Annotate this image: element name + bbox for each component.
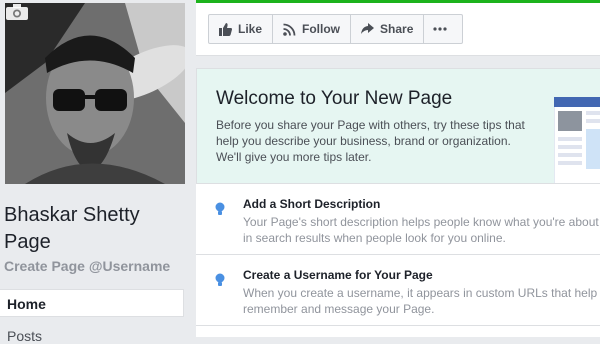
- lightbulb-icon: [215, 273, 225, 286]
- rss-icon: [283, 23, 296, 36]
- welcome-card: Welcome to Your New Page Before you shar…: [196, 68, 600, 184]
- like-button[interactable]: Like: [209, 15, 274, 43]
- tip-title: Create a Username for Your Page: [243, 268, 433, 282]
- lightbulb-icon: [215, 202, 225, 215]
- ellipsis-icon: [433, 27, 447, 31]
- tip-description: When you create a username, it appears i…: [243, 285, 600, 317]
- profile-photo-art: [5, 3, 185, 184]
- action-button-group: Like Follow Share: [208, 14, 464, 44]
- page-illustration-icon: [554, 97, 600, 183]
- tip-item[interactable]: Create a Username for Your Page When you…: [196, 255, 600, 326]
- page-action-bar: Like Follow Share: [196, 0, 600, 56]
- create-username-link[interactable]: Create Page @Username: [4, 258, 170, 274]
- nav-item-posts[interactable]: Posts: [7, 328, 42, 344]
- tip-description-line: Your Page's short description helps peop…: [243, 215, 599, 229]
- left-column: Bhaskar Shetty Page Create Page @Usernam…: [0, 0, 196, 344]
- tip-title: Add a Short Description: [243, 197, 381, 211]
- tips-list: Add a Short Description Your Page's shor…: [196, 184, 600, 337]
- share-label: Share: [380, 22, 414, 36]
- tip-item[interactable]: Add a Short Description Your Page's shor…: [196, 184, 600, 255]
- like-label: Like: [238, 22, 263, 36]
- accent-line: [196, 0, 600, 3]
- page-title: Bhaskar Shetty Page: [4, 204, 140, 253]
- share-arrow-icon: [361, 23, 375, 34]
- more-options-button[interactable]: [424, 15, 462, 43]
- tip-description-line: remember and message your Page.: [243, 302, 435, 316]
- camera-icon[interactable]: [5, 3, 29, 21]
- tip-description-line: When you create a username, it appears i…: [243, 286, 598, 300]
- tip-description-line: in search results when people look for y…: [243, 231, 506, 245]
- nav-item-home[interactable]: Home: [0, 289, 184, 317]
- welcome-title: Welcome to Your New Page: [216, 88, 453, 109]
- follow-button[interactable]: Follow: [273, 15, 352, 43]
- thumbs-up-icon: [219, 22, 232, 36]
- tip-description: Your Page's short description helps peop…: [243, 214, 600, 246]
- follow-label: Follow: [302, 22, 341, 36]
- welcome-body: Before you share your Page with others, …: [216, 118, 525, 164]
- share-button[interactable]: Share: [351, 15, 425, 43]
- profile-photo[interactable]: [5, 3, 185, 184]
